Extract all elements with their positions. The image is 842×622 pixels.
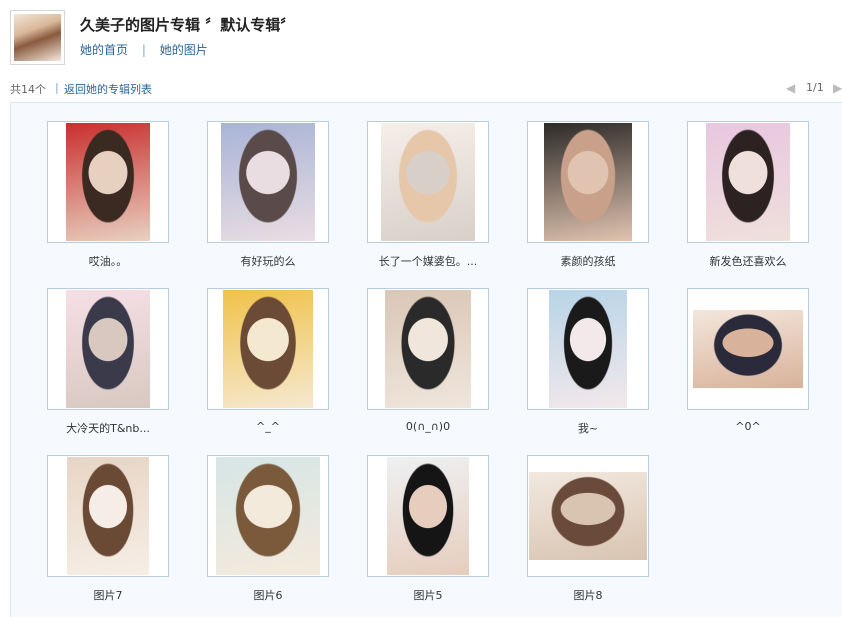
- photo-caption[interactable]: 长了一个媒婆包。...: [357, 253, 499, 269]
- photo-item[interactable]: 图片6: [207, 455, 329, 622]
- album-header: 久美子的图片专辑 〞默认专辑〞 她的首页 | 她的图片: [0, 0, 842, 75]
- album-toolbar: 共14个 | 返回她的专辑列表 ◀ 1/1 ▶: [0, 79, 842, 101]
- avatar-image: [14, 14, 61, 61]
- photo-thumbnail-frame[interactable]: [47, 455, 169, 577]
- photo-thumbnail[interactable]: [693, 310, 803, 388]
- photo-item[interactable]: 有好玩的么: [207, 121, 329, 288]
- photo-item[interactable]: 我~: [527, 288, 649, 455]
- photo-panel: 哎油。。 有好玩的么 长了一个媒婆包。... 素颜的孩纸 新发色还喜欢么 大冷天的T&nb…: [10, 102, 842, 617]
- left-arrow-icon[interactable]: ◀: [786, 81, 795, 95]
- photo-caption[interactable]: 图片8: [517, 587, 659, 603]
- toolbar-separator: |: [55, 81, 59, 94]
- photo-thumbnail-frame[interactable]: [207, 288, 329, 410]
- photo-thumbnail-frame[interactable]: [527, 455, 649, 577]
- photo-item[interactable]: 素颜的孩纸: [527, 121, 649, 288]
- photo-caption[interactable]: 新发色还喜欢么: [677, 253, 819, 269]
- back-to-albums-link[interactable]: 返回她的专辑列表: [64, 81, 152, 97]
- nav-her-homepage[interactable]: 她的首页: [80, 43, 128, 57]
- photo-caption[interactable]: 我~: [517, 420, 659, 436]
- right-arrow-icon[interactable]: ▶: [833, 81, 842, 95]
- photo-caption[interactable]: 图片5: [357, 587, 499, 603]
- photo-caption[interactable]: ^0^: [677, 420, 819, 433]
- photo-count: 共14个: [10, 83, 46, 96]
- photo-thumbnail-frame[interactable]: [527, 121, 649, 243]
- photo-thumbnail[interactable]: [549, 290, 627, 408]
- nav-her-pictures[interactable]: 她的图片: [160, 43, 208, 57]
- photo-thumbnail[interactable]: [544, 123, 632, 241]
- photo-item[interactable]: ^_^: [207, 288, 329, 455]
- photo-caption[interactable]: ^_^: [197, 420, 339, 433]
- photo-thumbnail[interactable]: [529, 472, 647, 560]
- photo-thumbnail[interactable]: [66, 123, 150, 241]
- photo-caption[interactable]: 哎油。。: [37, 253, 179, 269]
- photo-caption[interactable]: 大冷天的T&nb...: [37, 420, 179, 436]
- photo-thumbnail-frame[interactable]: [367, 288, 489, 410]
- photo-thumbnail-frame[interactable]: [47, 288, 169, 410]
- photo-item[interactable]: 大冷天的T&nb...: [47, 288, 169, 455]
- page-indicator: 1/1: [806, 81, 824, 94]
- photo-thumbnail-frame[interactable]: [687, 288, 809, 410]
- photo-thumbnail[interactable]: [67, 457, 149, 575]
- photo-thumbnail-frame[interactable]: [207, 121, 329, 243]
- photo-item[interactable]: 图片7: [47, 455, 169, 622]
- photo-item[interactable]: ^0^: [687, 288, 809, 455]
- photo-thumbnail[interactable]: [216, 457, 320, 575]
- photo-thumbnail[interactable]: [706, 123, 790, 241]
- photo-thumbnail[interactable]: [385, 290, 471, 408]
- photo-item[interactable]: 哎油。。: [47, 121, 169, 288]
- photo-thumbnail[interactable]: [223, 290, 313, 408]
- album-title: 久美子的图片专辑 〞默认专辑〞: [80, 16, 296, 34]
- photo-thumbnail-frame[interactable]: [367, 121, 489, 243]
- photo-item[interactable]: 长了一个媒婆包。...: [367, 121, 489, 288]
- nav-separator: |: [141, 43, 146, 57]
- photo-item[interactable]: 新发色还喜欢么: [687, 121, 809, 288]
- photo-grid: 哎油。。 有好玩的么 长了一个媒婆包。... 素颜的孩纸 新发色还喜欢么 大冷天的T&nb…: [47, 121, 809, 622]
- photo-thumbnail[interactable]: [387, 457, 469, 575]
- photo-item[interactable]: 图片8: [527, 455, 649, 622]
- photo-caption[interactable]: 图片7: [37, 587, 179, 603]
- user-avatar[interactable]: [10, 10, 65, 65]
- photo-caption[interactable]: 图片6: [197, 587, 339, 603]
- photo-thumbnail-frame[interactable]: [687, 121, 809, 243]
- photo-thumbnail[interactable]: [381, 123, 475, 241]
- photo-thumbnail[interactable]: [221, 123, 315, 241]
- photo-thumbnail-frame[interactable]: [367, 455, 489, 577]
- photo-thumbnail-frame[interactable]: [47, 121, 169, 243]
- photo-item[interactable]: 0(∩_∩)0: [367, 288, 489, 455]
- user-nav: 她的首页 | 她的图片: [80, 41, 208, 58]
- photo-caption[interactable]: 0(∩_∩)0: [357, 420, 499, 433]
- photo-caption[interactable]: 素颜的孩纸: [517, 253, 659, 269]
- photo-thumbnail[interactable]: [66, 290, 150, 408]
- photo-caption[interactable]: 有好玩的么: [197, 253, 339, 269]
- photo-thumbnail-frame[interactable]: [527, 288, 649, 410]
- photo-thumbnail-frame[interactable]: [207, 455, 329, 577]
- photo-item[interactable]: 图片5: [367, 455, 489, 622]
